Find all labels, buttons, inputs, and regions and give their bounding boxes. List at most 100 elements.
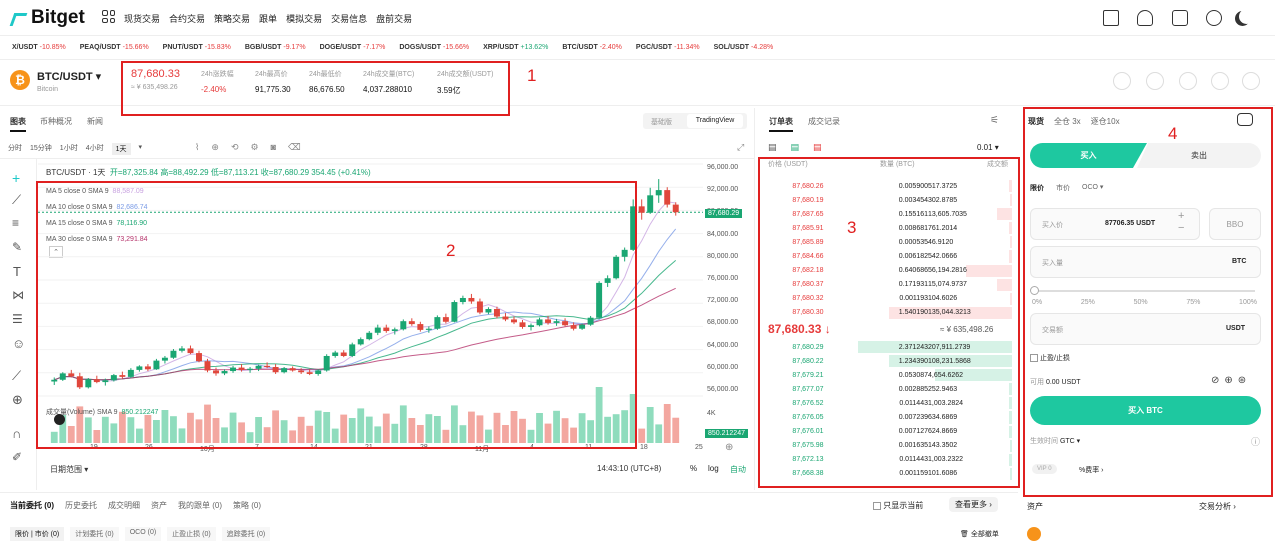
tab-orderbook[interactable]: 订单表 [769,116,793,132]
globe-icon[interactable] [1206,10,1222,26]
volume-bar [672,417,680,443]
apps-grid-icon[interactable] [102,10,115,23]
nav-item-futures[interactable]: 合约交易 [169,12,205,25]
nav-item-strategy[interactable]: 策略交易 [214,12,250,25]
log-toggle[interactable]: log [708,464,719,473]
view-more-button[interactable]: 查看更多 › [949,497,998,512]
ticker-item[interactable]: PGC/USDT -11.34% [636,44,700,51]
subtab-limit-market[interactable]: 限价 | 市价 (0) [10,527,65,541]
view-bids-icon[interactable]: ▤ [791,142,800,153]
pair-selector[interactable]: BTC/USDT ▾ [37,70,101,83]
nav-item-info[interactable]: 交易信息 [331,12,367,25]
zoom-in-icon[interactable]: ⊕ [12,392,23,408]
orderbook-settings-icon[interactable]: ⚟ [990,115,999,126]
tab-trades[interactable]: 成交记录 [808,116,840,127]
ticker-item[interactable]: PNUT/USDT -15.83% [163,44,231,51]
interval-1d[interactable]: 1天 [111,143,131,155]
nav-item-spot[interactable]: 现货交易 [124,12,160,25]
price-tick: 92,000.00 [707,186,739,194]
view-asks-icon[interactable]: ▤ [813,142,822,153]
ticker-item[interactable]: DOGE/USDT -7.17% [320,44,386,51]
depth-bar [1010,236,1012,249]
note-icon[interactable] [1113,72,1131,90]
settings-icon[interactable]: ⚙ [251,142,259,153]
tab-order-history[interactable]: 历史委托 [65,500,97,511]
layout-icon[interactable] [1146,72,1164,90]
auto-toggle[interactable]: 自动 [730,464,746,475]
price-tick: 60,000.00 [707,363,739,371]
brush-icon[interactable]: ✎ [12,240,22,254]
lock-draw-icon[interactable]: ✐ [12,450,22,464]
ticker-item[interactable]: BGB/USDT -9.17% [245,44,306,51]
alert-icon[interactable] [1179,72,1197,90]
book-icon[interactable] [1211,72,1229,90]
precision-select[interactable]: 0.01 ▾ [977,143,999,152]
ticker-item[interactable]: XRP/USDT +13.62% [483,44,548,51]
candle-body [647,195,654,213]
tab-strategy[interactable]: 策略 (0) [233,500,261,511]
interval-more-chevron-icon[interactable]: ▾ [139,143,143,155]
assets-title: 资产 [1027,502,1043,511]
subtab-trailing[interactable]: 追踪委托 (0) [221,527,271,541]
cancel-all-button[interactable]: 🗑 全部撤单 [960,529,999,539]
pattern-icon[interactable]: ⋈ [12,288,24,302]
trendline-icon[interactable]: ⟋ [12,192,21,208]
text-tool-icon[interactable]: T [13,264,21,279]
download-icon[interactable] [1172,10,1188,26]
view-basic[interactable]: 基础版 [651,117,672,127]
fullscreen-icon[interactable]: ⤢ [737,142,744,153]
chart-settings-icon[interactable]: ⊕ [725,442,733,453]
subtab-plan[interactable]: 计划委托 (0) [70,527,119,541]
bitget-logo[interactable]: Bitget [12,7,85,29]
camera-icon[interactable]: ◙ [271,142,276,153]
percent-toggle[interactable]: % [690,464,697,473]
ticker-item[interactable]: DOGS/USDT -15.66% [399,44,469,51]
nav-item-copy[interactable]: 跟单 [259,12,277,25]
tab-chart[interactable]: 图表 [10,116,26,132]
interval-timeline[interactable]: 分时 [8,143,22,155]
time-tick: 18 [640,444,648,451]
trade-analysis-link[interactable]: 交易分析 › [1199,501,1236,512]
asset-coin-icon [1027,527,1041,541]
indicator-icon[interactable]: ⌇ [195,142,199,153]
tab-fills[interactable]: 成交明细 [108,500,140,511]
settings-gear-icon[interactable] [1242,72,1260,90]
interval-15m[interactable]: 15分钟 [30,143,52,155]
magnet-icon[interactable]: ∩ [12,426,21,441]
compare-icon[interactable]: ⊕ [211,142,219,153]
ticker-item[interactable]: PEAQ/USDT -15.66% [80,44,149,51]
tab-assets[interactable]: 资产 [151,500,167,511]
ruler-icon[interactable]: ⟋ [12,368,21,384]
tab-open-orders[interactable]: 当前委托 (0) [10,500,54,511]
ticker-item[interactable]: SOL/USDT -4.28% [714,44,774,51]
subtab-oco[interactable]: OCO (0) [124,527,162,541]
replay-icon[interactable]: ⟲ [231,142,239,153]
tab-news[interactable]: 新闻 [87,116,103,127]
fib-icon[interactable]: ☰ [12,312,23,326]
view-tradingview[interactable]: TradingView [687,114,743,128]
depth-bar [1008,453,1012,466]
interval-4h[interactable]: 4小时 [86,143,104,155]
date-range-dropdown[interactable]: 日期范围 ▾ [50,464,88,475]
view-both-icon[interactable]: ▤ [768,142,777,153]
tab-coin-overview[interactable]: 币种概况 [40,116,72,127]
tab-my-copy[interactable]: 我的跟单 (0) [178,500,222,511]
crosshair-icon[interactable]: + [12,170,20,186]
ticker-item[interactable]: X/USDT -10.85% [12,44,66,51]
depth-bar [1010,194,1012,207]
nav-item-premarket[interactable]: 盘前交易 [376,12,412,25]
wallet-icon[interactable] [1103,10,1119,26]
parallel-lines-icon[interactable]: ≡ [12,216,19,230]
interval-1h[interactable]: 1小时 [60,143,78,155]
ticker-item[interactable]: BTC/USDT -2.40% [562,44,622,51]
trash-icon[interactable]: ⌫ [288,142,301,153]
user-icon[interactable] [1137,10,1153,26]
only-current-checkbox[interactable]: 只显示当前 [873,500,923,511]
emoji-icon[interactable]: ☺ [12,336,25,351]
subtab-tpsl[interactable]: 止盈止损 (0) [167,527,216,541]
time-tick: 25 [695,444,703,451]
annotation-label-4: 4 [1168,124,1178,143]
price-tick: 80,000.00 [707,252,739,260]
nav-item-demo[interactable]: 模拟交易 [286,12,322,25]
theme-moon-icon[interactable] [1239,9,1254,24]
